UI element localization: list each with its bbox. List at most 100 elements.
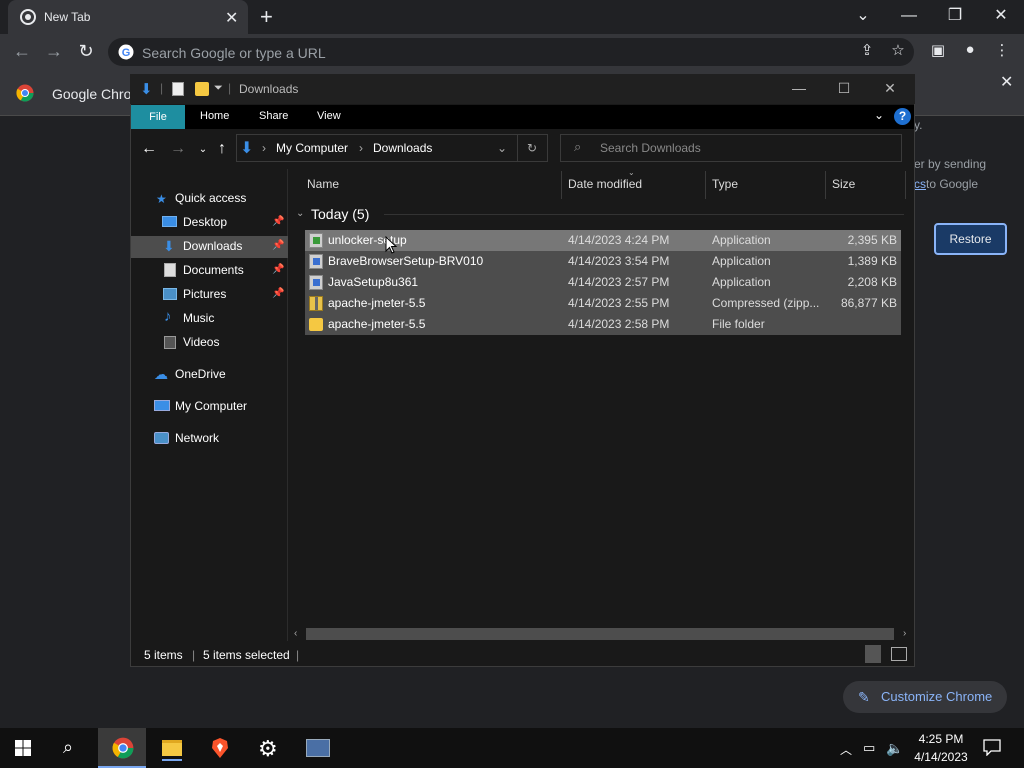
- close-window-button[interactable]: ✕: [978, 4, 1024, 28]
- settings-gear-icon[interactable]: ⚙: [258, 736, 278, 762]
- new-folder-icon[interactable]: [195, 82, 209, 96]
- back-icon[interactable]: ←: [10, 41, 34, 62]
- large-icons-view-icon[interactable]: [891, 647, 907, 661]
- file-size: 2,208 KB: [847, 275, 897, 289]
- explorer-title: Downloads: [239, 82, 299, 96]
- table-row[interactable]: BraveBrowserSetup-BRV010 4/14/2023 3:54 …: [305, 251, 901, 272]
- ribbon-tab-share[interactable]: Share: [259, 110, 288, 122]
- breadcrumb-downloads[interactable]: Downloads: [373, 141, 432, 155]
- brave-taskbar-icon[interactable]: [210, 737, 230, 759]
- ribbon-tab-view[interactable]: View: [317, 110, 341, 122]
- star-icon: ★: [156, 192, 167, 206]
- restore-button[interactable]: Restore: [934, 223, 1007, 255]
- sidebar-item-music[interactable]: Music: [183, 307, 214, 329]
- sidebar-item-pictures[interactable]: Pictures: [183, 283, 226, 305]
- details-view-icon[interactable]: [865, 645, 881, 663]
- side-panel-icon[interactable]: ▣: [926, 41, 950, 59]
- pin-icon: 📌: [272, 288, 285, 299]
- ribbon-tab-home[interactable]: Home: [200, 110, 229, 122]
- collapse-group-icon[interactable]: ⌄: [296, 208, 304, 219]
- minimize-button[interactable]: —: [886, 4, 932, 28]
- group-header-today[interactable]: Today (5): [311, 206, 369, 222]
- google-g-icon: G: [118, 44, 134, 60]
- file-date: 4/14/2023 3:54 PM: [568, 254, 670, 268]
- windows-start-icon[interactable]: [15, 740, 31, 756]
- scroll-right-icon[interactable]: ›: [903, 628, 906, 639]
- status-item-count: 5 items: [144, 648, 183, 662]
- column-header-date[interactable]: Date modified: [568, 177, 642, 191]
- up-arrow-icon[interactable]: ↑: [212, 140, 232, 158]
- back-arrow-icon[interactable]: ←: [139, 140, 159, 158]
- file-date: 4/14/2023 4:24 PM: [568, 233, 670, 247]
- tab-search-icon[interactable]: ⌄: [840, 4, 886, 28]
- breadcrumb-my-computer[interactable]: My Computer: [276, 141, 348, 155]
- breadcrumb-separator-icon[interactable]: ›: [262, 141, 266, 155]
- breadcrumb-separator-icon[interactable]: ›: [359, 141, 363, 155]
- new-tab-button[interactable]: +: [260, 4, 273, 30]
- explorer-maximize-button[interactable]: ☐: [824, 80, 864, 97]
- table-row[interactable]: apache-jmeter-5.5 4/14/2023 2:58 PM File…: [305, 314, 901, 335]
- sidebar-item-onedrive[interactable]: OneDrive: [175, 363, 226, 385]
- recent-locations-icon[interactable]: ⌄: [193, 144, 213, 155]
- sidebar-item-documents[interactable]: Documents: [183, 259, 244, 281]
- sidebar-item-videos[interactable]: Videos: [183, 331, 219, 353]
- omnibox-placeholder: Search Google or type a URL: [142, 45, 326, 61]
- documents-icon: [164, 263, 176, 277]
- sidebar-item-network[interactable]: Network: [175, 427, 219, 449]
- file-date: 4/14/2023 2:58 PM: [568, 317, 670, 331]
- share-icon[interactable]: ⇪: [855, 41, 879, 59]
- ribbon-tab-file[interactable]: File: [131, 105, 185, 129]
- sidebar-item-desktop[interactable]: Desktop: [183, 211, 227, 233]
- forward-icon[interactable]: →: [42, 41, 66, 62]
- infobar-link[interactable]: cs: [914, 177, 926, 191]
- sidebar-item-quick-access[interactable]: Quick access: [175, 187, 246, 209]
- column-header-type[interactable]: Type: [712, 177, 738, 191]
- table-row[interactable]: apache-jmeter-5.5 4/14/2023 2:55 PM Comp…: [305, 293, 901, 314]
- chrome-taskbar-icon[interactable]: [112, 737, 134, 759]
- computer-icon: [154, 400, 170, 411]
- search-icon: ⌕: [574, 139, 582, 154]
- divider: [517, 134, 518, 162]
- zip-icon: [309, 296, 323, 311]
- address-dropdown-icon[interactable]: ⌄: [497, 141, 507, 155]
- show-hidden-icons[interactable]: ︿: [840, 741, 852, 758]
- expand-ribbon-icon[interactable]: ⌄: [874, 108, 884, 122]
- infobar-close-icon[interactable]: ✕: [1000, 72, 1013, 92]
- restore-window-button[interactable]: ❐: [932, 4, 978, 28]
- scroll-left-icon[interactable]: ‹: [294, 628, 297, 639]
- app-taskbar-icon[interactable]: [306, 739, 330, 757]
- bookmark-star-icon[interactable]: ☆: [886, 41, 910, 59]
- refresh-icon[interactable]: ↻: [527, 141, 537, 155]
- column-separator[interactable]: [561, 171, 562, 199]
- sidebar-item-downloads[interactable]: Downloads: [183, 235, 242, 257]
- column-separator[interactable]: [905, 171, 906, 199]
- explorer-minimize-button[interactable]: —: [779, 80, 819, 96]
- help-icon[interactable]: ?: [894, 108, 911, 125]
- reload-icon[interactable]: ↻: [74, 41, 98, 62]
- profile-icon[interactable]: ●: [958, 41, 982, 58]
- column-separator[interactable]: [825, 171, 826, 199]
- svg-text:G: G: [122, 47, 131, 59]
- column-header-size[interactable]: Size: [832, 177, 855, 191]
- forward-arrow-icon[interactable]: →: [168, 140, 188, 158]
- clock-time[interactable]: 4:25 PM: [916, 732, 966, 746]
- column-separator[interactable]: [705, 171, 706, 199]
- quick-access-dropdown-icon[interactable]: ⏷: [214, 82, 223, 95]
- tab-close-icon[interactable]: ✕: [225, 8, 238, 28]
- ribbon-tabs: [131, 105, 914, 129]
- column-header-name[interactable]: Name: [307, 177, 339, 191]
- table-row[interactable]: JavaSetup8u361 4/14/2023 2:57 PM Applica…: [305, 272, 901, 293]
- menu-icon[interactable]: ⋮: [990, 41, 1014, 59]
- sidebar-item-my-computer[interactable]: My Computer: [175, 395, 247, 417]
- pencil-icon: ✎: [858, 689, 870, 705]
- properties-icon[interactable]: [172, 82, 184, 96]
- explorer-close-button[interactable]: ✕: [870, 80, 910, 97]
- file-explorer-taskbar-icon[interactable]: [162, 740, 182, 756]
- search-taskbar-icon[interactable]: ⌕: [63, 737, 73, 758]
- volume-icon[interactable]: 🔈: [886, 740, 903, 757]
- clock-date[interactable]: 4/14/2023: [912, 750, 970, 764]
- network-tray-icon[interactable]: ▭: [863, 740, 875, 756]
- notifications-icon[interactable]: [983, 739, 1001, 756]
- pin-icon: 📌: [272, 216, 285, 227]
- scrollbar-thumb[interactable]: [306, 628, 894, 640]
